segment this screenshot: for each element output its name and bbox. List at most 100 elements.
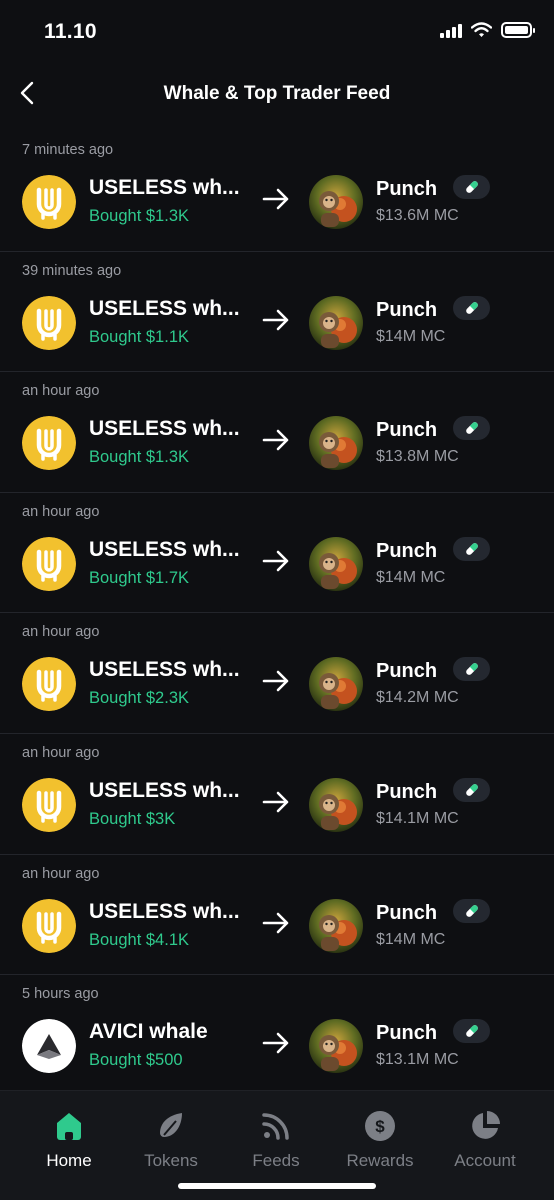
token-name[interactable]: Punch <box>376 540 437 563</box>
token-name[interactable]: Punch <box>376 781 437 804</box>
token-avatar[interactable] <box>309 777 363 832</box>
trade-amount: Bought $3K <box>89 809 176 828</box>
useless-logo[interactable] <box>22 657 76 712</box>
feed-item[interactable]: 7 minutes ago USELESS wh... Bought $1.3K Pu… <box>0 131 554 252</box>
app-screen: 11.10 Whale & Top Trader Feed 7 minutes … <box>0 0 554 1200</box>
useless-logo[interactable] <box>22 175 76 229</box>
token-name[interactable]: Punch <box>376 660 437 683</box>
home-icon <box>52 1109 86 1143</box>
status-icons <box>440 22 535 38</box>
arrow-right-icon <box>262 790 290 819</box>
pill-icon <box>453 1019 490 1044</box>
trade-amount: Bought $1.3K <box>89 207 189 225</box>
token-market-cap: $14M MC <box>376 568 446 586</box>
arrow-right-icon <box>262 428 290 457</box>
nav-label: Rewards <box>346 1151 414 1170</box>
feed-timestamp: an hour ago <box>22 744 100 761</box>
feed-timestamp: an hour ago <box>22 624 100 641</box>
token-name[interactable]: Punch <box>376 1022 437 1045</box>
feed-timestamp: 5 hours ago <box>22 986 99 1003</box>
account-icon <box>468 1109 502 1143</box>
feed-item[interactable]: an hour ago USELESS wh... Bought $4.1K Punc… <box>0 855 554 976</box>
token-avatar[interactable] <box>309 898 363 953</box>
trade-amount: Bought $1.3K <box>89 448 189 467</box>
avici-logo[interactable] <box>22 1019 76 1074</box>
token-name[interactable]: Punch <box>376 419 437 442</box>
nav-home[interactable]: Home <box>19 1109 119 1171</box>
token-avatar[interactable] <box>309 416 363 471</box>
feed-item[interactable]: an hour ago USELESS wh... Bought $1.3K Punc… <box>0 372 554 493</box>
arrow-right-icon <box>262 1031 290 1060</box>
nav-label: Account <box>454 1151 516 1170</box>
token-market-cap: $13.8M MC <box>376 448 459 466</box>
status-bar: 11.10 <box>0 0 554 64</box>
feed-timestamp: 7 minutes ago <box>22 142 114 158</box>
pill-icon <box>453 657 490 682</box>
feed-item[interactable]: an hour ago USELESS wh... Bought $3K Punch $… <box>0 734 554 855</box>
useless-logo[interactable] <box>22 777 76 832</box>
nav-label: Home <box>46 1151 92 1170</box>
trader-name[interactable]: USELESS wh... <box>89 538 240 562</box>
feed-item[interactable]: 39 minutes ago USELESS wh... Bought $1.1K P… <box>0 252 554 373</box>
rewards-icon: $ <box>363 1109 397 1143</box>
feed-timestamp: an hour ago <box>22 383 100 400</box>
trade-amount: Bought $2.3K <box>89 689 189 708</box>
page-title: Whale & Top Trader Feed <box>163 83 391 104</box>
status-time: 11.10 <box>44 20 97 43</box>
nav-label: Tokens <box>144 1151 198 1170</box>
trader-name[interactable]: AVICI whale <box>89 1020 208 1044</box>
useless-logo[interactable] <box>22 536 76 591</box>
trader-name[interactable]: USELESS wh... <box>89 900 240 924</box>
token-market-cap: $14.2M MC <box>376 689 459 707</box>
feed-timestamp: an hour ago <box>22 865 100 882</box>
wifi-icon <box>471 22 492 37</box>
trade-amount: Bought $500 <box>89 1051 183 1070</box>
token-avatar[interactable] <box>309 295 363 350</box>
arrow-right-icon <box>262 911 290 940</box>
token-avatar[interactable] <box>309 175 363 229</box>
token-name[interactable]: Punch <box>376 902 437 925</box>
token-market-cap: $13.6M MC <box>376 207 459 224</box>
pill-icon <box>453 295 490 320</box>
useless-logo[interactable] <box>22 898 76 953</box>
arrow-right-icon <box>262 187 290 216</box>
token-avatar[interactable] <box>309 1019 363 1074</box>
nav-account[interactable]: Account <box>435 1109 535 1171</box>
arrow-right-icon <box>262 549 290 578</box>
arrow-right-icon <box>262 669 290 698</box>
nav-rewards[interactable]: $ Rewards <box>330 1109 430 1171</box>
feed-item[interactable]: an hour ago USELESS wh... Bought $1.7K Punc… <box>0 493 554 614</box>
pill-icon <box>453 175 490 199</box>
tokens-icon <box>154 1109 188 1143</box>
feeds-icon <box>259 1109 293 1143</box>
nav-tokens[interactable]: Tokens <box>121 1109 221 1171</box>
token-name[interactable]: Punch <box>376 299 437 322</box>
useless-logo[interactable] <box>22 295 76 350</box>
header: Whale & Top Trader Feed <box>0 64 554 126</box>
token-avatar[interactable] <box>309 536 363 591</box>
feed-timestamp: 39 minutes ago <box>22 262 122 279</box>
useless-logo[interactable] <box>22 416 76 471</box>
trade-amount: Bought $1.7K <box>89 568 189 587</box>
trader-name[interactable]: USELESS wh... <box>89 779 240 803</box>
feed-item[interactable]: 5 hours ago AVICI whale Bought $500 Punch $1… <box>0 975 554 1096</box>
trade-amount: Bought $1.1K <box>89 327 189 346</box>
cellular-signal-icon <box>440 23 462 38</box>
token-market-cap: $14M MC <box>376 930 446 948</box>
arrow-right-icon <box>262 308 290 337</box>
feed-item[interactable]: an hour ago USELESS wh... Bought $2.3K Punc… <box>0 613 554 734</box>
pill-icon <box>453 777 490 802</box>
svg-text:$: $ <box>375 1117 385 1136</box>
trade-feed-list: 7 minutes ago USELESS wh... Bought $1.3K Pu… <box>0 131 554 1096</box>
token-name[interactable]: Punch <box>376 178 437 201</box>
trade-amount: Bought $4.1K <box>89 930 189 949</box>
pill-icon <box>453 416 490 441</box>
feed-timestamp: an hour ago <box>22 503 100 520</box>
token-avatar[interactable] <box>309 657 363 712</box>
token-market-cap: $14.1M MC <box>376 809 459 827</box>
trader-name[interactable]: USELESS wh... <box>89 658 240 682</box>
trader-name[interactable]: USELESS wh... <box>89 176 240 200</box>
nav-feeds[interactable]: Feeds <box>226 1109 326 1171</box>
trader-name[interactable]: USELESS wh... <box>89 417 240 441</box>
trader-name[interactable]: USELESS wh... <box>89 297 240 321</box>
